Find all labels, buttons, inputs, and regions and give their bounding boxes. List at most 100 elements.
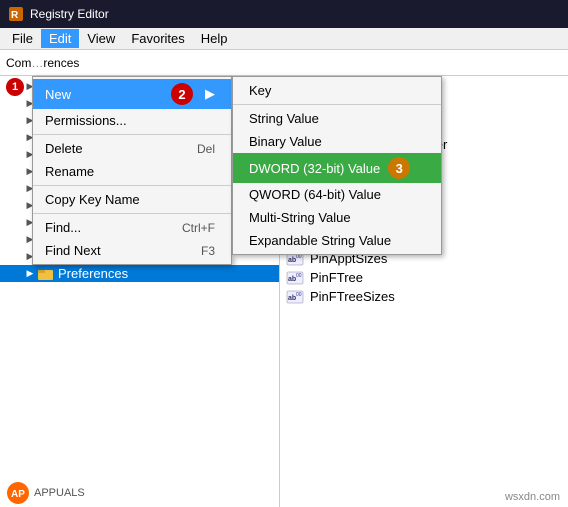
svg-text:00: 00 bbox=[296, 83, 302, 89]
tree-item-options[interactable]: ▶ Options bbox=[0, 214, 279, 231]
tree-item-label: Logging bbox=[58, 164, 104, 179]
tree-item-preferences[interactable]: ▶ Preferences bbox=[0, 265, 279, 282]
tree-arrow: ▶ bbox=[24, 217, 36, 229]
value-pinftree[interactable]: ab00 PinFTree bbox=[280, 268, 568, 287]
svg-text:00: 00 bbox=[296, 197, 302, 203]
app-icon: R bbox=[8, 6, 24, 22]
watermark: wsxdn.com bbox=[505, 491, 560, 503]
value-abwidth[interactable]: ab00 ABWidth bbox=[280, 116, 568, 135]
tree-item-display-types[interactable]: ▶ Display Types bbox=[0, 146, 279, 163]
tree-item-addins[interactable]: ▶ Addins bbox=[0, 78, 279, 95]
svg-text:ab: ab bbox=[288, 219, 296, 226]
tree-item-contact[interactable]: ▶ Contact bbox=[0, 112, 279, 129]
dword-icon: ab00 bbox=[286, 252, 304, 266]
dword-icon: ab00 bbox=[286, 290, 304, 304]
folder-icon bbox=[38, 80, 54, 93]
svg-text:00: 00 bbox=[296, 102, 302, 108]
values-panel: ab00 ABPosX ab00 ABPosY ab00 ABWidth ab0… bbox=[280, 76, 568, 507]
appuals-logo: AP APPUALS bbox=[6, 481, 85, 505]
tree-item-label: Options bbox=[58, 215, 103, 230]
tree-item-label: Office Explorer bbox=[58, 198, 144, 213]
folder-icon bbox=[38, 250, 54, 263]
dword-icon: ab00 bbox=[286, 138, 304, 152]
menu-favorites[interactable]: Favorites bbox=[123, 29, 192, 48]
menu-view[interactable]: View bbox=[79, 29, 123, 48]
svg-text:ab: ab bbox=[288, 86, 296, 93]
value-label: DefaultLayoutApplied bbox=[310, 156, 434, 171]
svg-text:00: 00 bbox=[296, 235, 302, 241]
dword-icon: ab00 bbox=[286, 195, 304, 209]
value-pinappt[interactable]: ab00 PinAppt bbox=[280, 230, 568, 249]
tree-arrow: ▶ bbox=[24, 183, 36, 195]
folder-icon bbox=[38, 216, 54, 229]
value-label: PinFTreeSizes bbox=[310, 289, 395, 304]
svg-text:ab: ab bbox=[288, 179, 297, 188]
badge-1: 1 bbox=[6, 78, 24, 96]
svg-text:00: 00 bbox=[296, 140, 302, 146]
main-area: ▶ Addins ▶ AutoDiscover ▶ Contact ▶ bbox=[0, 76, 568, 507]
svg-text:00: 00 bbox=[296, 159, 302, 165]
value-label: AutoArchiveFileNumber bbox=[310, 137, 447, 152]
tree-item-autodiscover[interactable]: ▶ AutoDiscover bbox=[0, 95, 279, 112]
tree-item-logging[interactable]: ▶ Logging bbox=[0, 163, 279, 180]
tree-item-diagnostics[interactable]: ▶ Diagnostics bbox=[0, 129, 279, 146]
dword-icon: ab00 bbox=[286, 119, 304, 133]
svg-text:R: R bbox=[11, 10, 19, 21]
value-defaultlayout[interactable]: ab00 DefaultLayoutApplied bbox=[280, 154, 568, 173]
value-modulevisible[interactable]: ab ModuleVisible15 bbox=[280, 173, 568, 192]
svg-text:ab: ab bbox=[288, 105, 296, 112]
menu-file[interactable]: File bbox=[4, 29, 41, 48]
svg-text:ab: ab bbox=[288, 162, 296, 169]
value-pinaddrsizes[interactable]: ab00 PinAddrSizes bbox=[280, 211, 568, 230]
svg-text:ab: ab bbox=[288, 295, 296, 302]
address-end: rences bbox=[43, 56, 79, 70]
address-suffix: … bbox=[31, 56, 43, 70]
dword-icon: ab00 bbox=[286, 271, 304, 285]
appuals-text: APPUALS bbox=[34, 487, 85, 499]
svg-text:AP: AP bbox=[11, 489, 25, 500]
tree-item-label: Contact bbox=[58, 113, 103, 128]
tree-item-message[interactable]: ▶ Message bbox=[0, 180, 279, 197]
tree-item-label: Perf bbox=[58, 232, 82, 247]
value-pinftreesizes[interactable]: ab00 PinFTreeSizes bbox=[280, 287, 568, 306]
svg-text:ab: ab bbox=[288, 257, 296, 264]
tree-arrow: ▶ bbox=[24, 115, 36, 127]
value-label: PinAppt bbox=[310, 232, 356, 247]
svg-text:ab: ab bbox=[288, 200, 296, 207]
tree-panel: ▶ Addins ▶ AutoDiscover ▶ Contact ▶ bbox=[0, 76, 280, 507]
dword-icon: ab00 bbox=[286, 157, 304, 171]
dword-icon: ab00 bbox=[286, 233, 304, 247]
address-text: Com bbox=[6, 56, 31, 70]
tree-item-label: Preferences bbox=[58, 266, 128, 281]
value-pinappt-sizes[interactable]: ab00 PinApptSizes bbox=[280, 249, 568, 268]
value-abposy[interactable]: ab00 ABPosY bbox=[280, 97, 568, 116]
value-label: PinAddr bbox=[310, 194, 356, 209]
title-bar-text: Registry Editor bbox=[30, 7, 109, 21]
badge-1-container: 1 bbox=[2, 78, 24, 96]
folder-icon bbox=[38, 199, 54, 212]
tree-arrow: ▶ bbox=[24, 234, 36, 246]
folder-icon bbox=[38, 131, 54, 144]
tree-arrow: ▶ bbox=[24, 166, 36, 178]
dword-icon: ab00 bbox=[286, 214, 304, 228]
ab-icon: ab bbox=[286, 176, 304, 190]
tree-item-policynudges[interactable]: ▶ PolicyNudges bbox=[0, 248, 279, 265]
menu-edit[interactable]: Edit bbox=[41, 29, 79, 48]
svg-text:00: 00 bbox=[296, 216, 302, 222]
menu-bar: File Edit View Favorites Help bbox=[0, 28, 568, 50]
value-label: PinAddrSizes bbox=[310, 213, 388, 228]
value-label: ModuleVisible15 bbox=[310, 175, 405, 190]
value-label: ABPosX bbox=[310, 80, 358, 95]
tree-arrow: ▶ bbox=[24, 149, 36, 161]
svg-text:00: 00 bbox=[296, 292, 302, 298]
svg-text:00: 00 bbox=[296, 254, 302, 260]
value-autoarchive[interactable]: ab00 AutoArchiveFileNumber bbox=[280, 135, 568, 154]
tree-item-office-explorer[interactable]: ▶ Office Explorer bbox=[0, 197, 279, 214]
tree-item-perf[interactable]: ▶ Perf bbox=[0, 231, 279, 248]
folder-icon bbox=[38, 148, 54, 161]
menu-help[interactable]: Help bbox=[193, 29, 236, 48]
value-pinaddr[interactable]: ab00 PinAddr bbox=[280, 192, 568, 211]
dword-icon: ab00 bbox=[286, 81, 304, 95]
tree-arrow: ▶ bbox=[24, 251, 36, 263]
value-abposx[interactable]: ab00 ABPosX bbox=[280, 78, 568, 97]
